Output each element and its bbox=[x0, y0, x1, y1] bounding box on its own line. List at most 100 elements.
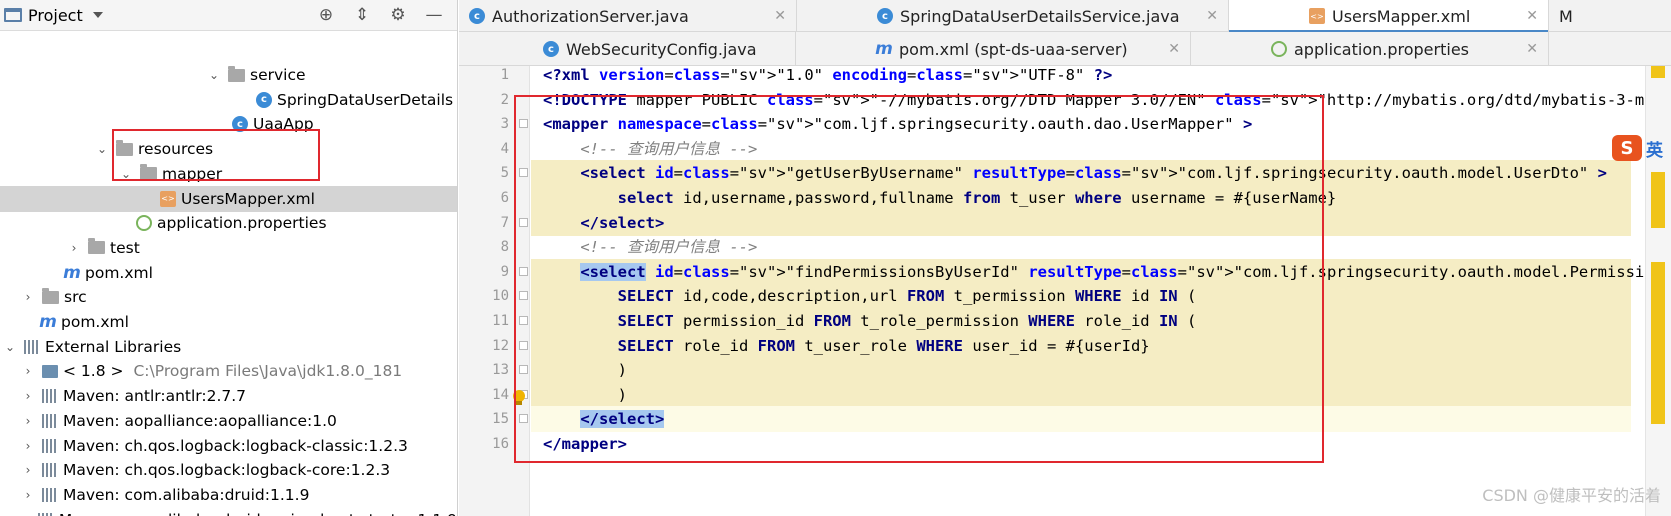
line-number: 7 bbox=[500, 214, 509, 231]
line-number: 16 bbox=[492, 436, 509, 452]
chevron-down-icon[interactable]: ⌄ bbox=[208, 68, 220, 82]
tree-item-label: pom.xml bbox=[61, 313, 129, 331]
tree-item[interactable]: › Maven: antlr:antlr:2.7.7 bbox=[0, 383, 457, 409]
collapse-all-icon[interactable]: ⇕ bbox=[353, 5, 371, 25]
error-stripe[interactable] bbox=[1645, 66, 1671, 516]
tab-spring-data-user-details-service[interactable]: c SpringDataUserDetailsService.java ✕ bbox=[797, 0, 1229, 32]
tab-pom-xml[interactable]: m pom.xml (spt-ds-uaa-server) ✕ bbox=[796, 32, 1191, 66]
close-icon[interactable]: ✕ bbox=[1168, 41, 1180, 57]
tab-label: application.properties bbox=[1294, 39, 1469, 59]
line-number: 10 bbox=[492, 288, 509, 305]
tab-label: AuthorizationServer.java bbox=[492, 6, 689, 26]
tree-item[interactable]: <> UsersMapper.xml bbox=[0, 185, 457, 212]
tree-item[interactable]: › < 1.8 > C:\Program Files\Java\jdk1.8.0_1… bbox=[0, 358, 457, 384]
ime-indicator[interactable]: S 英 bbox=[1612, 135, 1663, 161]
gear-icon[interactable]: ⚙ bbox=[389, 5, 407, 25]
line-number: 6 bbox=[500, 190, 509, 206]
close-icon[interactable]: ✕ bbox=[1526, 8, 1538, 24]
close-icon[interactable]: ✕ bbox=[774, 8, 786, 24]
chevron-down-icon[interactable]: ⌄ bbox=[4, 340, 16, 354]
close-icon[interactable]: ✕ bbox=[1526, 41, 1538, 57]
library-icon bbox=[42, 389, 58, 404]
tree-item[interactable]: m pom.xml bbox=[0, 309, 457, 335]
close-icon[interactable]: ✕ bbox=[1206, 8, 1218, 24]
line-number: 11 bbox=[492, 313, 509, 329]
tree-item[interactable]: m pom.xml bbox=[0, 260, 457, 286]
folder-icon bbox=[42, 287, 59, 304]
properties-icon bbox=[136, 215, 152, 232]
tree-item[interactable]: application.properties bbox=[0, 210, 457, 236]
line-number: 9 bbox=[500, 263, 509, 280]
project-view-selector[interactable]: Project bbox=[4, 6, 103, 25]
tree-item-label: src bbox=[64, 288, 87, 307]
change-mark[interactable] bbox=[1651, 262, 1665, 424]
tree-item-label: service bbox=[250, 66, 306, 84]
tab-overflow[interactable]: M bbox=[1549, 0, 1671, 32]
tree-item[interactable]: › Maven: ch.qos.logback:logback-core:1.2.… bbox=[0, 457, 457, 483]
tab-web-security-config[interactable]: c WebSecurityConfig.java bbox=[459, 32, 796, 66]
class-icon: c bbox=[256, 91, 272, 108]
chevron-right-icon[interactable]: › bbox=[68, 241, 80, 255]
xml-icon: <> bbox=[160, 190, 176, 207]
tree-item-label: SpringDataUserDetails bbox=[277, 90, 454, 109]
properties-icon bbox=[1271, 41, 1287, 57]
line-number: 1 bbox=[500, 67, 509, 83]
tab-application-properties[interactable]: application.properties ✕ bbox=[1191, 32, 1549, 66]
line-number: 15 bbox=[492, 411, 509, 428]
line-number: 13 bbox=[492, 362, 509, 379]
tree-item[interactable]: › src bbox=[0, 284, 457, 310]
library-icon bbox=[24, 339, 40, 354]
tree-item[interactable]: › Maven: ch.qos.logback:logback-classic:1… bbox=[0, 433, 457, 459]
editor-tab-row-2: c WebSecurityConfig.java m pom.xml (spt-… bbox=[459, 32, 1671, 66]
chevron-right-icon[interactable]: › bbox=[22, 463, 34, 477]
locate-icon[interactable]: ⊕ bbox=[317, 5, 335, 25]
chevron-right-icon[interactable]: › bbox=[22, 290, 34, 304]
library-icon bbox=[37, 512, 54, 516]
library-icon bbox=[42, 438, 58, 453]
chevron-right-icon[interactable]: › bbox=[22, 439, 34, 453]
maven-icon: m bbox=[63, 262, 81, 283]
tab-authorization-server[interactable]: c AuthorizationServer.java ✕ bbox=[459, 0, 797, 32]
xml-icon: <> bbox=[1309, 8, 1325, 24]
highlight-box-mapper bbox=[112, 129, 320, 181]
jdk-icon bbox=[42, 364, 58, 378]
folder-icon bbox=[88, 238, 105, 255]
tree-item-label: Maven: com.alibaba:druid:1.1.9 bbox=[63, 485, 310, 504]
watermark: CSDN @健康平安的活着 bbox=[1482, 486, 1661, 505]
tree-item-label: Maven: antlr:antlr:2.7.7 bbox=[63, 387, 247, 406]
chevron-right-icon[interactable]: › bbox=[22, 364, 34, 378]
minimize-icon[interactable]: — bbox=[425, 5, 443, 25]
tree-item-label: External Libraries bbox=[45, 337, 182, 356]
line-number: 2 bbox=[500, 91, 509, 108]
chevron-right-icon[interactable]: › bbox=[22, 414, 34, 428]
tab-users-mapper-xml[interactable]: <> UsersMapper.xml ✕ bbox=[1229, 0, 1549, 33]
library-icon bbox=[42, 463, 58, 478]
chevron-right-icon[interactable]: › bbox=[22, 389, 34, 403]
chevron-down-icon[interactable]: ⌄ bbox=[96, 142, 108, 156]
tree-item-label: < 1.8 > bbox=[63, 362, 124, 381]
tree-item-label: Maven: aopalliance:aopalliance:1.0 bbox=[63, 411, 337, 430]
change-mark[interactable] bbox=[1651, 172, 1665, 228]
tab-label: M bbox=[1559, 6, 1573, 26]
tab-label: pom.xml (spt-ds-uaa-server) bbox=[899, 39, 1128, 59]
warning-mark[interactable] bbox=[1651, 66, 1665, 78]
project-header: Project ⊕ ⇕ ⚙ — bbox=[0, 0, 457, 31]
tree-item-label: Maven: com.alibaba:druid-spring-boot-sta… bbox=[59, 511, 457, 516]
tree-item[interactable]: ⌄ External Libraries bbox=[0, 334, 457, 360]
tree-item[interactable]: › test bbox=[0, 235, 457, 261]
tree-item[interactable]: › Maven: com.alibaba:druid:1.1.9 bbox=[0, 482, 457, 508]
maven-icon: m bbox=[39, 312, 57, 332]
tree-item[interactable]: ›Maven: com.alibaba:druid-spring-boot-st… bbox=[0, 507, 457, 516]
code-line[interactable]: <?xml version=class="sv">"1.0" encoding=… bbox=[531, 62, 1631, 88]
line-number: 12 bbox=[492, 337, 509, 354]
tree-item[interactable]: c SpringDataUserDetails bbox=[0, 87, 457, 113]
project-panel: Project ⊕ ⇕ ⚙ — ⌄ service c SpringDataUserD… bbox=[0, 0, 458, 516]
tree-item[interactable]: ⌄ service bbox=[0, 62, 457, 88]
chevron-right-icon[interactable]: › bbox=[22, 488, 34, 502]
editor-tab-row-1: c AuthorizationServer.java ✕ c SpringDat… bbox=[459, 0, 1671, 33]
tree-item-label: Maven: ch.qos.logback:logback-classic:1.… bbox=[63, 436, 408, 455]
class-icon: c bbox=[469, 8, 485, 24]
tree-item[interactable]: › Maven: aopalliance:aopalliance:1.0 bbox=[0, 408, 457, 434]
tab-label: WebSecurityConfig.java bbox=[566, 39, 757, 59]
library-icon bbox=[42, 487, 58, 502]
